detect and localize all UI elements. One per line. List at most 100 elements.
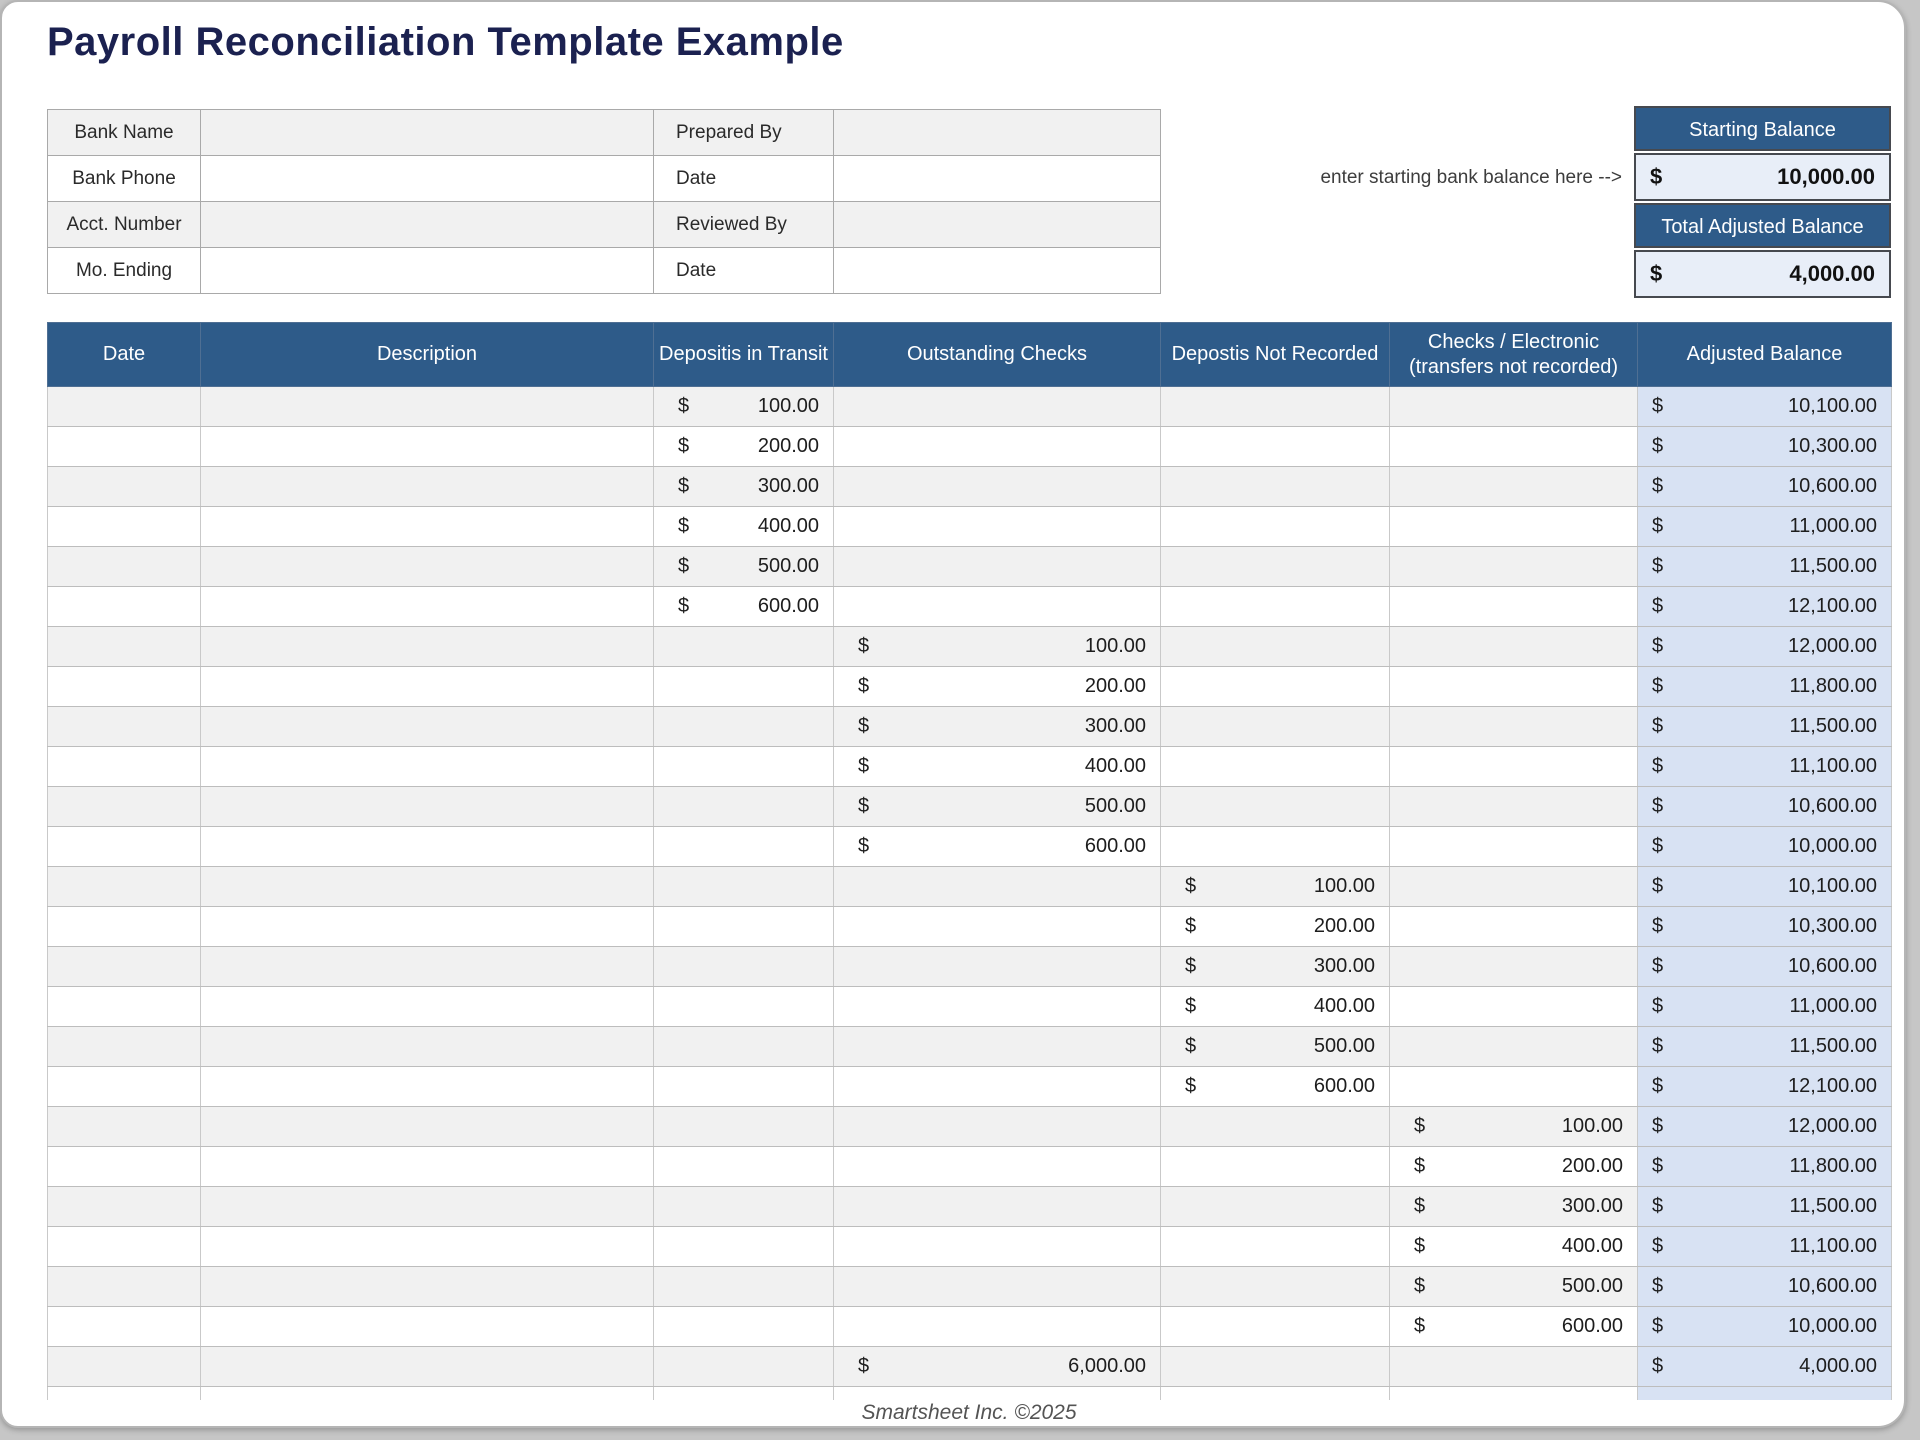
cell-description[interactable] [201, 987, 654, 1027]
cell-description[interactable] [201, 1227, 654, 1267]
cell-outstanding-checks[interactable] [834, 587, 1161, 627]
cell-adjusted-balance[interactable]: $11,500.00 [1638, 707, 1892, 747]
cell-date[interactable] [48, 1387, 201, 1401]
cell-deposits-in-transit[interactable] [654, 787, 834, 827]
cell-deposits-in-transit[interactable] [654, 867, 834, 907]
cell-outstanding-checks[interactable] [834, 1307, 1161, 1347]
cell-deposits-not-recorded[interactable] [1161, 1147, 1390, 1187]
cell-date[interactable] [48, 947, 201, 987]
cell-description[interactable] [201, 627, 654, 667]
cell-deposits-not-recorded[interactable] [1161, 1307, 1390, 1347]
cell-adjusted-balance[interactable]: $12,000.00 [1638, 627, 1892, 667]
cell-outstanding-checks[interactable] [834, 1227, 1161, 1267]
cell-deposits-in-transit[interactable] [654, 1227, 834, 1267]
cell-deposits-not-recorded[interactable] [1161, 507, 1390, 547]
cell-deposits-not-recorded[interactable] [1161, 1267, 1390, 1307]
cell-checks-electronic[interactable] [1390, 467, 1638, 507]
cell-adjusted-balance[interactable]: $11,100.00 [1638, 1227, 1892, 1267]
cell-date[interactable] [48, 787, 201, 827]
cell-description[interactable] [201, 827, 654, 867]
cell-deposits-in-transit[interactable]: $200.00 [654, 427, 834, 467]
cell-description[interactable] [201, 387, 654, 427]
form-input-acct-number[interactable] [201, 202, 654, 248]
cell-outstanding-checks[interactable]: $200.00 [834, 667, 1161, 707]
cell-adjusted-balance[interactable]: $11,000.00 [1638, 507, 1892, 547]
cell-checks-electronic[interactable] [1390, 627, 1638, 667]
cell-outstanding-checks[interactable] [834, 427, 1161, 467]
cell-adjusted-balance[interactable]: $10,100.00 [1638, 387, 1892, 427]
cell-deposits-in-transit[interactable] [654, 1387, 834, 1401]
cell-adjusted-balance[interactable]: $10,600.00 [1638, 787, 1892, 827]
cell-outstanding-checks[interactable]: $400.00 [834, 747, 1161, 787]
cell-checks-electronic[interactable] [1390, 707, 1638, 747]
cell-deposits-in-transit[interactable]: $400.00 [654, 507, 834, 547]
cell-adjusted-balance[interactable]: $4,000.00 [1638, 1347, 1892, 1387]
form-input-reviewed-date[interactable] [834, 248, 1161, 294]
cell-deposits-not-recorded[interactable] [1161, 707, 1390, 747]
cell-date[interactable] [48, 627, 201, 667]
cell-checks-electronic[interactable] [1390, 987, 1638, 1027]
cell-date[interactable] [48, 1027, 201, 1067]
cell-deposits-not-recorded[interactable]: $200.00 [1161, 907, 1390, 947]
cell-date[interactable] [48, 1067, 201, 1107]
cell-deposits-not-recorded[interactable] [1161, 587, 1390, 627]
starting-balance-cell[interactable]: $ 10,000.00 [1634, 153, 1891, 201]
cell-outstanding-checks[interactable] [834, 507, 1161, 547]
cell-description[interactable] [201, 1187, 654, 1227]
cell-checks-electronic[interactable]: $600.00 [1390, 1307, 1638, 1347]
cell-date[interactable] [48, 1307, 201, 1347]
cell-deposits-in-transit[interactable]: $600.00 [654, 587, 834, 627]
cell-outstanding-checks[interactable] [834, 1147, 1161, 1187]
cell-outstanding-checks[interactable] [834, 1107, 1161, 1147]
cell-deposits-in-transit[interactable] [654, 1187, 834, 1227]
cell-description[interactable] [201, 1267, 654, 1307]
cell-deposits-not-recorded[interactable] [1161, 1227, 1390, 1267]
cell-adjusted-balance[interactable]: $11,500.00 [1638, 547, 1892, 587]
cell-checks-electronic[interactable] [1390, 507, 1638, 547]
cell-deposits-not-recorded[interactable] [1161, 1187, 1390, 1227]
cell-checks-electronic[interactable] [1390, 667, 1638, 707]
cell-adjusted-balance[interactable]: $10,300.00 [1638, 907, 1892, 947]
cell-description[interactable] [201, 867, 654, 907]
cell-deposits-not-recorded[interactable]: $400.00 [1161, 987, 1390, 1027]
cell-outstanding-checks[interactable]: $500.00 [834, 787, 1161, 827]
cell-date[interactable] [48, 1267, 201, 1307]
cell-adjusted-balance[interactable]: $11,000.00 [1638, 987, 1892, 1027]
cell-outstanding-checks[interactable] [834, 1187, 1161, 1227]
cell-outstanding-checks[interactable] [834, 1067, 1161, 1107]
cell-outstanding-checks[interactable]: $600.00 [834, 827, 1161, 867]
cell-date[interactable] [48, 1187, 201, 1227]
cell-deposits-not-recorded[interactable]: $500.00 [1161, 1027, 1390, 1067]
cell-date[interactable] [48, 667, 201, 707]
cell-deposits-not-recorded[interactable] [1161, 1347, 1390, 1387]
cell-description[interactable] [201, 907, 654, 947]
cell-date[interactable] [48, 587, 201, 627]
cell-deposits-not-recorded[interactable] [1161, 1387, 1390, 1401]
cell-deposits-in-transit[interactable] [654, 1067, 834, 1107]
cell-date[interactable] [48, 1347, 201, 1387]
cell-description[interactable] [201, 1067, 654, 1107]
cell-deposits-in-transit[interactable] [654, 1307, 834, 1347]
cell-date[interactable] [48, 387, 201, 427]
cell-outstanding-checks[interactable]: $100.00 [834, 627, 1161, 667]
cell-description[interactable] [201, 1147, 654, 1187]
cell-outstanding-checks[interactable] [834, 547, 1161, 587]
cell-deposits-in-transit[interactable]: $100.00 [654, 387, 834, 427]
cell-outstanding-checks[interactable] [834, 1267, 1161, 1307]
cell-deposits-in-transit[interactable] [654, 667, 834, 707]
cell-date[interactable] [48, 467, 201, 507]
form-input-prepared-by[interactable] [834, 110, 1161, 156]
cell-deposits-not-recorded[interactable] [1161, 667, 1390, 707]
cell-adjusted-balance[interactable]: $11,800.00 [1638, 1147, 1892, 1187]
form-input-mo-ending[interactable] [201, 248, 654, 294]
cell-checks-electronic[interactable] [1390, 1027, 1638, 1067]
cell-date[interactable] [48, 507, 201, 547]
cell-outstanding-checks[interactable] [834, 1027, 1161, 1067]
cell-adjusted-balance[interactable]: $12,100.00 [1638, 587, 1892, 627]
cell-deposits-in-transit[interactable] [654, 1027, 834, 1067]
cell-checks-electronic[interactable] [1390, 747, 1638, 787]
cell-outstanding-checks[interactable]: $300.00 [834, 707, 1161, 747]
cell-checks-electronic[interactable]: $300.00 [1390, 1187, 1638, 1227]
cell-date[interactable] [48, 827, 201, 867]
cell-deposits-not-recorded[interactable]: $300.00 [1161, 947, 1390, 987]
